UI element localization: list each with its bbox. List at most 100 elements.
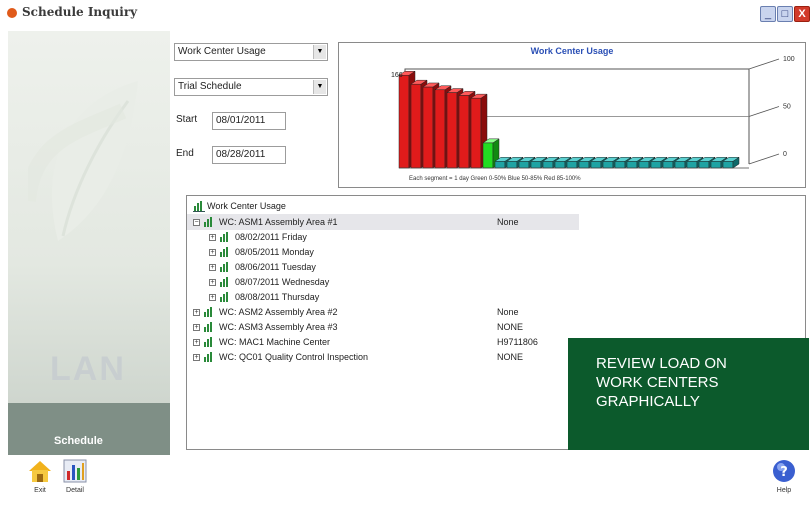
bar-day-21 bbox=[638, 161, 650, 169]
tree-work-center-node[interactable]: + WC: ASM3 Assembly Area #3 NONE bbox=[187, 319, 787, 335]
bar-day-7 bbox=[470, 97, 482, 169]
exit-button[interactable]: Exit bbox=[26, 457, 54, 494]
bar-day-18 bbox=[602, 161, 614, 169]
expand-icon[interactable]: + bbox=[193, 354, 200, 361]
schedule-select[interactable]: Trial Schedule ▼ bbox=[174, 78, 328, 96]
tree-work-center-node[interactable]: + WC: ASM2 Assembly Area #2 None bbox=[187, 304, 787, 320]
minimize-button[interactable]: _ bbox=[760, 6, 776, 22]
expand-icon[interactable]: + bbox=[209, 234, 216, 241]
collapse-icon[interactable]: − bbox=[193, 219, 200, 226]
usage-chart: Work Center Usage 100 50 0 166 Each segment… bbox=[338, 42, 806, 188]
branding-panel bbox=[8, 31, 170, 455]
tree-node-label: WC: QC01 Quality Control Inspection bbox=[219, 352, 369, 362]
schedule-inquiry-window: Schedule Inquiry _ □ X LAN Schedule Work… bbox=[0, 0, 812, 529]
axis-tick bbox=[748, 153, 780, 165]
bar-day-22 bbox=[650, 161, 662, 169]
chart-icon bbox=[220, 277, 228, 287]
tree-node-value: None bbox=[497, 307, 519, 317]
chart-icon bbox=[220, 262, 228, 272]
bar-day-23 bbox=[662, 161, 674, 169]
home-icon bbox=[29, 461, 51, 482]
schedule-badge-label: Schedule bbox=[54, 435, 103, 447]
tree-node-label: 08/08/2011 Thursday bbox=[235, 292, 320, 302]
bar-day-4 bbox=[434, 89, 446, 169]
bar-day-20 bbox=[626, 161, 638, 169]
report-type-select[interactable]: Work Center Usage ▼ bbox=[174, 43, 328, 61]
axis-tick-label: 0 bbox=[783, 151, 787, 158]
tree-root[interactable]: Work Center Usage bbox=[187, 198, 797, 214]
bar-day-5 bbox=[446, 92, 458, 169]
chevron-down-icon[interactable]: ▼ bbox=[313, 80, 326, 94]
tree-date-node[interactable]: +08/05/2011 Monday bbox=[187, 244, 787, 260]
detail-chart-icon bbox=[63, 459, 87, 483]
close-button[interactable]: X bbox=[794, 6, 810, 22]
window-title: Schedule Inquiry bbox=[22, 5, 138, 19]
end-date-field[interactable]: 08/28/2011 bbox=[212, 146, 286, 164]
chart-icon bbox=[220, 292, 228, 302]
bar-day-6 bbox=[458, 95, 470, 169]
expand-icon[interactable]: + bbox=[193, 324, 200, 331]
bar-day-14 bbox=[554, 161, 566, 169]
axis-tick-label: 100 bbox=[783, 56, 795, 63]
tree-date-node[interactable]: +08/02/2011 Friday bbox=[187, 229, 787, 245]
tree-node-label: 08/05/2011 Monday bbox=[235, 247, 314, 257]
help-button[interactable]: ? Help bbox=[770, 457, 798, 494]
schedule-badge bbox=[8, 403, 170, 455]
chart-icon bbox=[204, 322, 212, 332]
bar-day-10 bbox=[506, 161, 518, 169]
expand-icon[interactable]: + bbox=[209, 294, 216, 301]
schedule-value: Trial Schedule bbox=[178, 81, 242, 92]
bottom-toolbar: Exit Detail ? Help bbox=[0, 455, 812, 529]
chart-icon bbox=[193, 201, 205, 212]
tree-node-value: NONE bbox=[497, 352, 524, 362]
app-icon bbox=[7, 8, 17, 18]
bar-day-2 bbox=[410, 83, 422, 169]
tree-date-node[interactable]: +08/07/2011 Wednesday bbox=[187, 274, 787, 290]
chart-icon bbox=[204, 217, 212, 227]
callout-banner: REVIEW LOAD ON WORK CENTERS GRAPHICALLY bbox=[568, 338, 809, 450]
bar-day-11 bbox=[518, 161, 530, 169]
bar-day-15 bbox=[566, 161, 578, 169]
tree-node-label: 08/02/2011 Friday bbox=[235, 232, 307, 242]
detail-label: Detail bbox=[66, 487, 84, 494]
end-label: End bbox=[176, 148, 194, 159]
bar-day-16 bbox=[578, 161, 590, 169]
detail-button[interactable]: Detail bbox=[61, 457, 89, 494]
bar-day-3 bbox=[422, 86, 434, 169]
bar-day-28 bbox=[722, 161, 734, 169]
expand-icon[interactable]: + bbox=[209, 249, 216, 256]
tree-node-label: WC: ASM1 Assembly Area #1 bbox=[219, 217, 338, 227]
bar-day-13 bbox=[542, 161, 554, 169]
chevron-down-icon[interactable]: ▼ bbox=[313, 45, 326, 59]
tree-node-label: 08/06/2011 Tuesday bbox=[235, 262, 316, 272]
maximize-button[interactable]: □ bbox=[777, 6, 793, 22]
bar-day-12 bbox=[530, 161, 542, 169]
bar-day-26 bbox=[698, 161, 710, 169]
bar-day-19 bbox=[614, 161, 626, 169]
start-label: Start bbox=[176, 114, 198, 125]
start-date-field[interactable]: 08/01/2011 bbox=[212, 112, 286, 130]
bar-day-25 bbox=[686, 161, 698, 169]
chart-icon bbox=[220, 232, 228, 242]
tree-date-node[interactable]: +08/08/2011 Thursday bbox=[187, 289, 787, 305]
expand-icon[interactable]: + bbox=[193, 309, 200, 316]
bar-day-9 bbox=[494, 161, 506, 169]
bar-day-17 bbox=[590, 161, 602, 169]
title-bar: Schedule Inquiry _ □ X bbox=[0, 0, 812, 26]
tree-node-label: WC: ASM2 Assembly Area #2 bbox=[219, 307, 338, 317]
report-type-value: Work Center Usage bbox=[178, 46, 266, 57]
exit-label: Exit bbox=[34, 487, 46, 494]
leaf-graphic bbox=[28, 81, 138, 241]
chart-canvas: 100 50 0 166 bbox=[391, 56, 795, 169]
expand-icon[interactable]: + bbox=[193, 339, 200, 346]
callout-text: REVIEW LOAD ON WORK CENTERS GRAPHICALLY bbox=[596, 355, 727, 410]
expand-icon[interactable]: + bbox=[209, 279, 216, 286]
tree-node-value: None bbox=[497, 217, 519, 227]
tree-root-label: Work Center Usage bbox=[207, 201, 286, 211]
bar-day-8 bbox=[482, 142, 494, 169]
tree-work-center-node[interactable]: − WC: ASM1 Assembly Area #1 None bbox=[187, 214, 579, 230]
tree-node-label: 08/07/2011 Wednesday bbox=[235, 277, 330, 287]
tree-node-value: NONE bbox=[497, 322, 524, 332]
expand-icon[interactable]: + bbox=[209, 264, 216, 271]
tree-date-node[interactable]: +08/06/2011 Tuesday bbox=[187, 259, 787, 275]
